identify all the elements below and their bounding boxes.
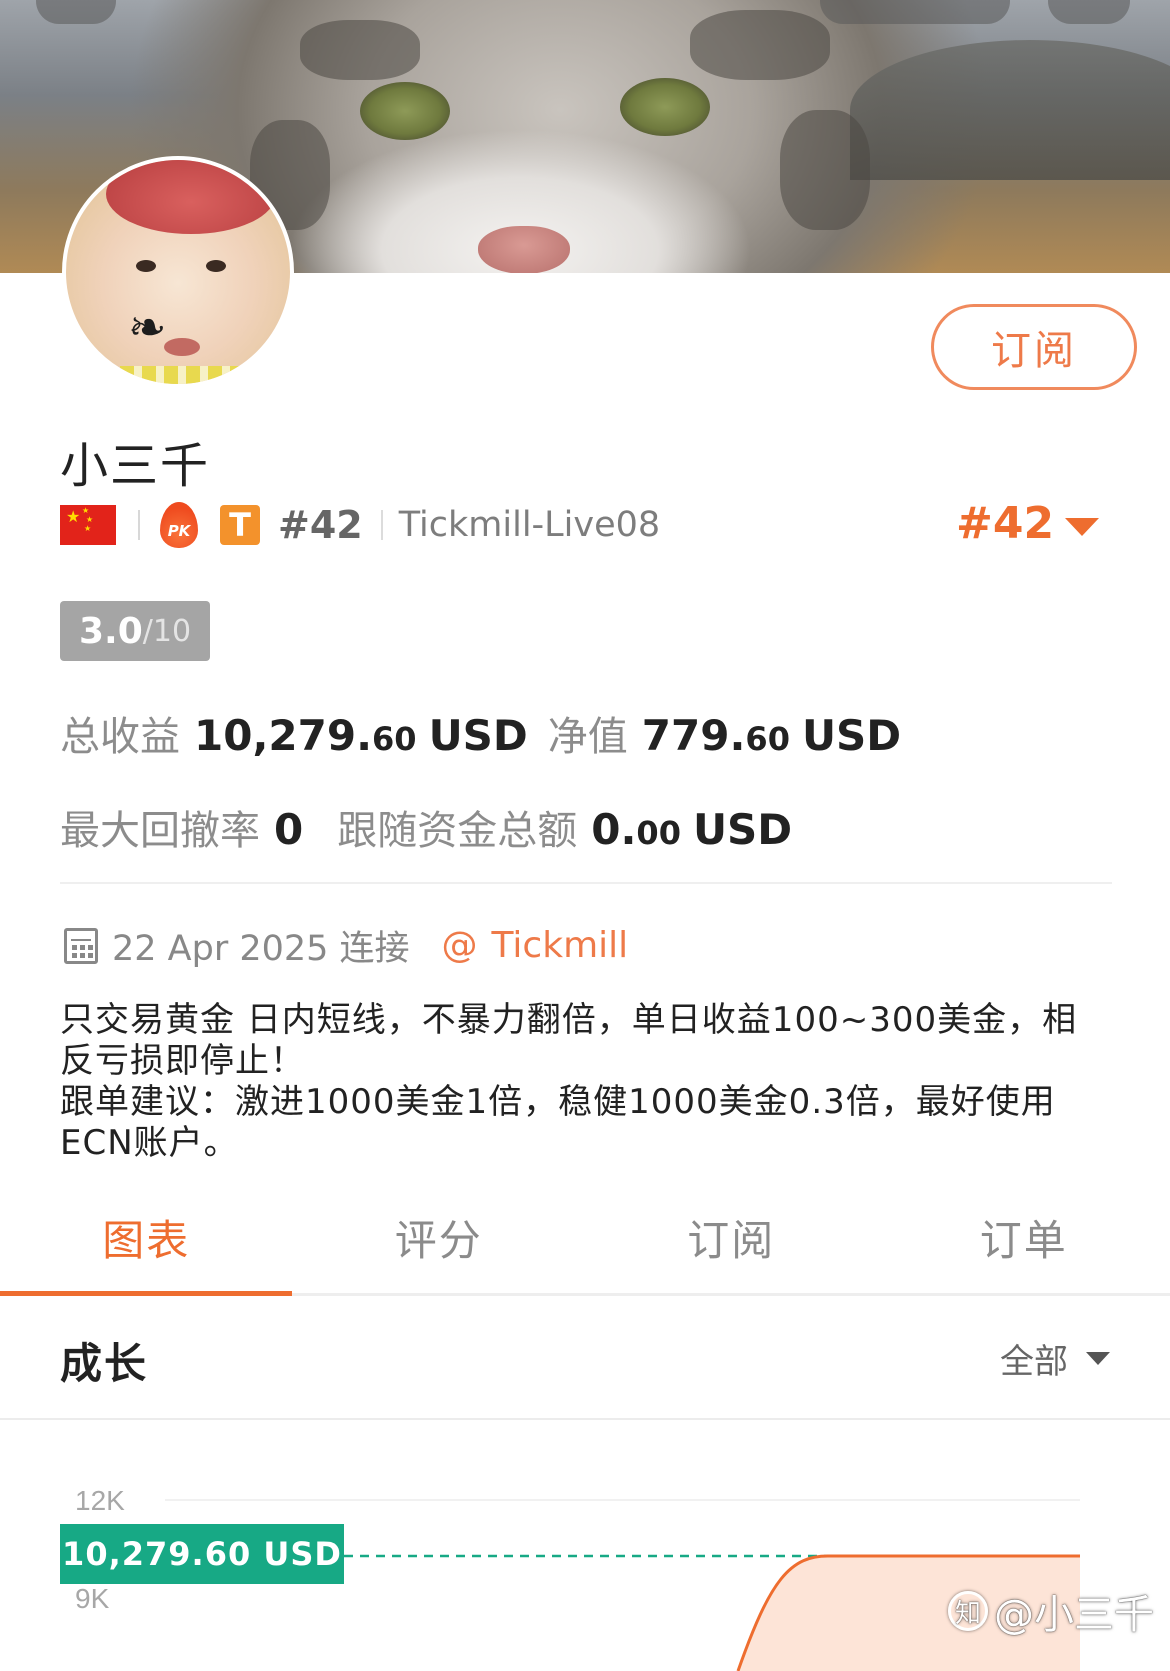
caret-down-icon bbox=[1086, 1352, 1110, 1365]
caret-down-icon[interactable] bbox=[1065, 518, 1099, 536]
calendar-icon bbox=[64, 927, 98, 964]
section-divider bbox=[0, 1418, 1170, 1420]
score-badge: 3.0/10 bbox=[60, 601, 210, 661]
equity-value: 779.60 bbox=[641, 711, 790, 760]
strategy-description: 只交易黄金 日内短线，不暴力翻倍，单日收益100~300美金，相 反亏损即停止！… bbox=[60, 1000, 1078, 1163]
header-action-button[interactable] bbox=[820, 0, 1010, 24]
profile-name: 小三千 bbox=[60, 438, 211, 494]
divider bbox=[380, 510, 383, 540]
server-name: Tickmill-Live08 bbox=[398, 505, 661, 545]
cover-eye-left bbox=[360, 82, 450, 140]
section-divider bbox=[60, 882, 1112, 884]
watermark-text: @小三千 bbox=[994, 1592, 1154, 1638]
max-drawdown-value: 0 bbox=[274, 805, 304, 854]
subscribe-button[interactable]: 订阅 bbox=[931, 304, 1137, 390]
stats-row-risk: 最大回撤率 0 跟随资金总额 0.00 USD bbox=[60, 798, 812, 856]
divider bbox=[138, 510, 140, 540]
tab-bar: 图表 评分 订阅 订单 bbox=[0, 1195, 1170, 1296]
cover-nose bbox=[478, 226, 570, 273]
watermark: 知 @小三千 bbox=[948, 1582, 1154, 1640]
growth-title: 成长 bbox=[60, 1339, 149, 1388]
follow-total-unit: USD bbox=[692, 805, 793, 854]
equity-unit: USD bbox=[801, 711, 902, 760]
more-button[interactable] bbox=[1048, 0, 1130, 24]
cover-eye-right bbox=[620, 78, 710, 136]
total-profit-label: 总收益 bbox=[60, 714, 180, 760]
broker-link[interactable]: Tickmill bbox=[492, 925, 629, 966]
badge-row: ★ ★ ★ ★ PK T #42 Tickmill-Live08 bbox=[60, 502, 660, 548]
rank-label: #42 bbox=[278, 503, 363, 547]
joined-date: 22 Apr 2025 连接 bbox=[112, 929, 410, 969]
y-tick-12k: 12K bbox=[75, 1485, 125, 1516]
tab-subscription[interactable]: 订阅 bbox=[585, 1195, 878, 1293]
cover-hill bbox=[850, 40, 1170, 180]
rank-selector[interactable]: #42 bbox=[956, 498, 1054, 549]
stats-row-profit: 总收益 10,279.60 USD 净值 779.60 USD bbox=[60, 704, 921, 762]
joined-row: 22 Apr 2025 连接 @ Tickmill bbox=[64, 920, 628, 971]
t-badge-icon: T bbox=[220, 505, 260, 545]
total-profit-value: 10,279.60 bbox=[194, 711, 417, 760]
pk-flame-icon: PK bbox=[158, 502, 200, 548]
follow-total-value: 0.00 bbox=[591, 805, 681, 854]
period-filter[interactable]: 全部 bbox=[1000, 1334, 1110, 1383]
china-flag-icon: ★ ★ ★ ★ bbox=[60, 505, 116, 545]
current-value-label: 10,279.60 USD bbox=[60, 1524, 344, 1584]
equity-label: 净值 bbox=[547, 714, 628, 760]
avatar[interactable]: ❧ bbox=[62, 156, 294, 388]
mustache-icon: ❧ bbox=[128, 300, 167, 354]
y-tick-9k: 9K bbox=[75, 1583, 110, 1614]
back-button[interactable] bbox=[36, 0, 116, 24]
follow-total-label: 跟随资金总额 bbox=[337, 808, 578, 854]
max-drawdown-label: 最大回撤率 bbox=[60, 808, 260, 854]
at-icon: @ bbox=[441, 925, 478, 966]
total-profit-unit: USD bbox=[428, 711, 528, 760]
tab-orders[interactable]: 订单 bbox=[878, 1195, 1170, 1293]
tab-chart[interactable]: 图表 bbox=[0, 1195, 293, 1296]
tab-rating[interactable]: 评分 bbox=[293, 1195, 586, 1293]
zhihu-logo-icon: 知 bbox=[948, 1591, 988, 1631]
